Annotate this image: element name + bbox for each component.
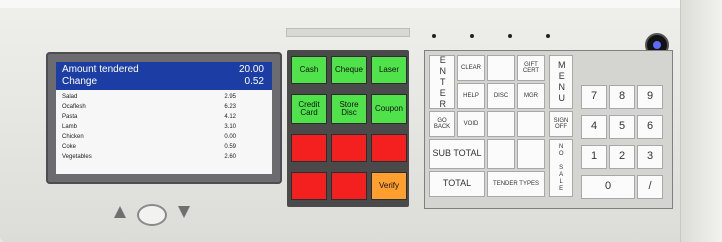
red-key-5[interactable] — [331, 172, 367, 200]
item-price: 6.23 — [224, 104, 236, 110]
enter-button[interactable]: ENTER — [429, 55, 455, 110]
item-price: 2.95 — [224, 94, 236, 100]
numkey-1[interactable]: 1 — [581, 145, 607, 169]
triangle-up-icon[interactable] — [114, 206, 126, 218]
amount-tendered-label: Amount tendered — [62, 64, 139, 75]
sub-total-button[interactable]: SUB TOTAL — [429, 139, 485, 169]
go-back-button[interactable]: GO BACK — [429, 111, 455, 137]
numkey-8[interactable]: 8 — [609, 85, 635, 109]
item-price: 2.60 — [224, 154, 236, 160]
card-slot — [286, 28, 410, 37]
change-value: 0.52 — [244, 76, 264, 87]
item-name: Vegetables — [62, 154, 92, 160]
item-name: Coke — [62, 144, 77, 150]
change-label: Change — [62, 76, 98, 87]
numkey-2[interactable]: 2 — [609, 145, 635, 169]
list-item: Pasta 4.12 — [62, 114, 236, 123]
tender-keypad: Cash Cheque Laser Credit Card Store Disc… — [287, 50, 409, 207]
red-key-3[interactable] — [371, 134, 407, 162]
amount-tendered-value: 20.00 — [238, 64, 264, 75]
item-price: 0.00 — [224, 134, 236, 140]
numkey-0[interactable]: 0 — [581, 175, 635, 199]
help-button[interactable]: HELP — [457, 83, 485, 109]
order-items: Salad 2.95 Ocaflesh 6.23 Pasta 4.12 Lamb… — [56, 94, 272, 174]
void-button[interactable]: VOID — [457, 111, 485, 137]
circle-button-icon[interactable] — [137, 204, 167, 226]
item-name: Pasta — [62, 114, 78, 120]
change-row: Change 0.52 — [62, 76, 264, 88]
numkey-7[interactable]: 7 — [581, 85, 607, 109]
menu-button[interactable]: MENU — [549, 55, 573, 109]
list-item: Salad 2.95 — [62, 94, 236, 103]
disc-button[interactable]: DISC — [487, 83, 515, 109]
status-dots — [432, 32, 552, 40]
list-item: Vegetables 2.60 — [62, 154, 236, 163]
top-edge — [0, 0, 722, 8]
side-panel — [680, 0, 722, 242]
gift-cert-button[interactable]: GIFT CERT — [517, 55, 545, 81]
numkey-6[interactable]: 6 — [637, 115, 663, 139]
list-item: Chicken 0.00 — [62, 134, 236, 143]
blank-button-3[interactable] — [487, 139, 515, 169]
verify-button[interactable]: Verify — [371, 172, 407, 200]
pos-terminal: Amount tendered 20.00 Change 0.52 Salad … — [0, 0, 722, 242]
display-screen: Amount tendered 20.00 Change 0.52 Salad … — [56, 62, 272, 174]
list-item: Lamb 3.10 — [62, 124, 236, 133]
status-dot — [546, 34, 550, 38]
item-price: 4.12 — [224, 114, 236, 120]
mgr-button[interactable]: MGR — [517, 83, 545, 109]
item-price: 0.59 — [224, 144, 236, 150]
red-key-1[interactable] — [291, 134, 327, 162]
numkey-5[interactable]: 5 — [609, 115, 635, 139]
blank-button-2[interactable] — [517, 111, 545, 137]
credit-card-button[interactable]: Credit Card — [291, 94, 327, 124]
function-keypad: ENTER CLEAR GIFT CERT MENU HELP DISC MGR… — [424, 50, 673, 209]
item-name: Lamb — [62, 124, 78, 130]
blank-button-1[interactable] — [487, 111, 515, 137]
item-price: 3.10 — [224, 124, 236, 130]
list-item: Coke 0.59 — [62, 144, 236, 153]
item-name: Ocaflesh — [62, 104, 86, 110]
indicator-light-core — [653, 41, 661, 49]
numkey-slash[interactable]: / — [637, 175, 663, 199]
red-key-2[interactable] — [331, 134, 367, 162]
cash-button[interactable]: Cash — [291, 56, 327, 84]
laser-button[interactable]: Laser — [371, 56, 407, 84]
coupon-button[interactable]: Coupon — [371, 94, 407, 124]
item-name: Salad — [62, 94, 78, 100]
cheque-button[interactable]: Cheque — [331, 56, 367, 84]
red-key-4[interactable] — [291, 172, 327, 200]
total-button[interactable]: TOTAL — [429, 171, 485, 197]
numkey-4[interactable]: 4 — [581, 115, 607, 139]
triangle-down-icon[interactable] — [178, 206, 190, 218]
item-name: Chicken — [62, 134, 84, 140]
no-sale-button[interactable]: NO SALE — [549, 139, 573, 197]
blank-button-4[interactable] — [517, 139, 545, 169]
navigation-controls — [108, 200, 194, 226]
status-dot — [432, 34, 436, 38]
sign-off-button[interactable]: SIGN OFF — [549, 111, 573, 137]
numkey-3[interactable]: 3 — [637, 145, 663, 169]
status-dot — [508, 34, 512, 38]
numkey-9[interactable]: 9 — [637, 85, 663, 109]
amount-tendered-row: Amount tendered 20.00 — [62, 64, 264, 76]
display-header: Amount tendered 20.00 Change 0.52 — [56, 62, 272, 90]
status-dot — [470, 34, 474, 38]
list-item: Ocaflesh 6.23 — [62, 104, 236, 113]
store-disc-button[interactable]: Store Disc — [331, 94, 367, 124]
top-unlabeled-button[interactable] — [487, 55, 515, 81]
clear-button[interactable]: CLEAR — [457, 55, 485, 81]
tender-types-button[interactable]: TENDER TYPES — [487, 171, 545, 197]
